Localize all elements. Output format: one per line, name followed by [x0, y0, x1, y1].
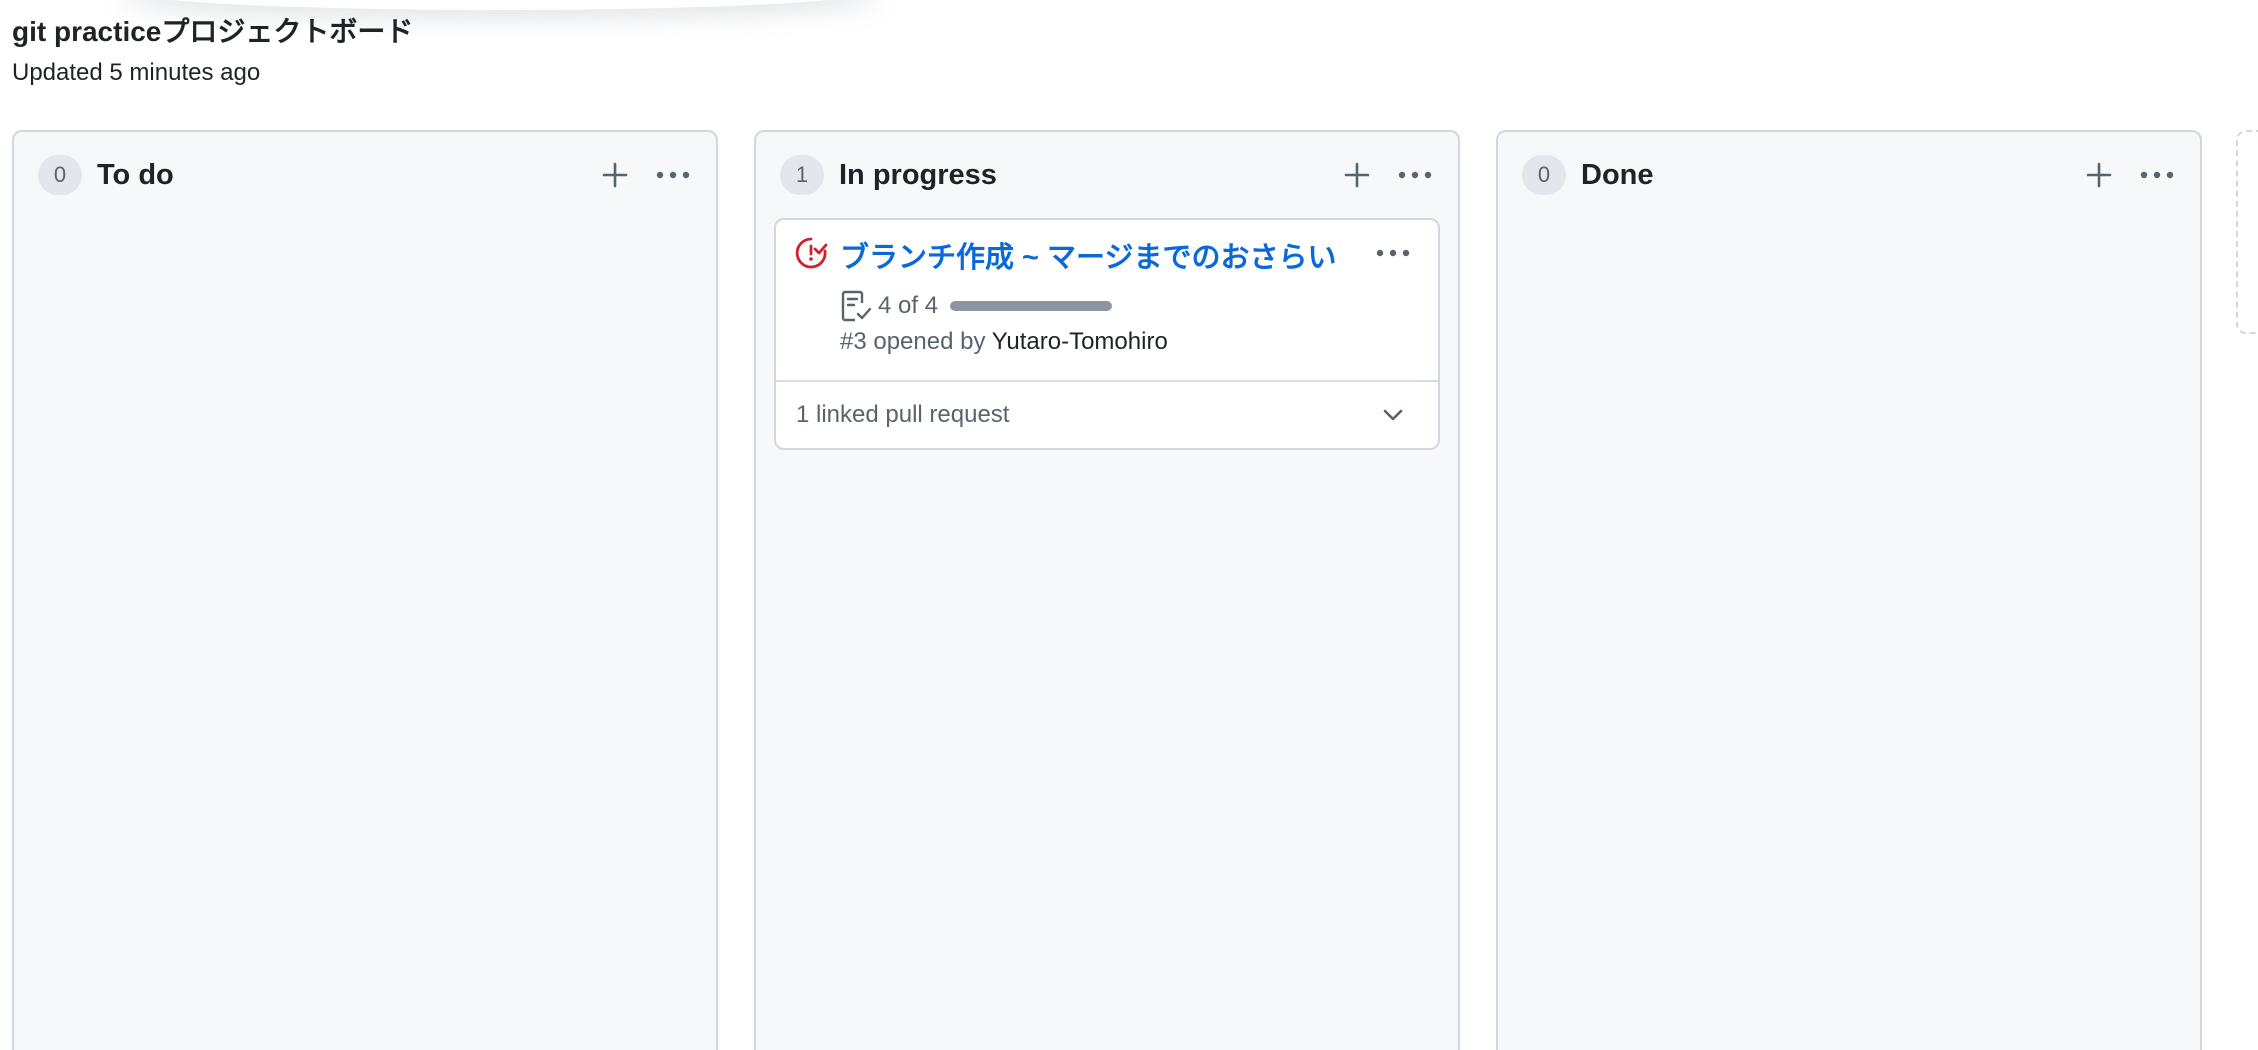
linked-pull-requests-toggle[interactable]: 1 linked pull request: [776, 382, 1438, 448]
issue-title-link[interactable]: ブランチ作成 ~ マージまでのおさらい: [840, 234, 1336, 276]
column-count-badge: 0: [38, 155, 82, 195]
kebab-horizontal-icon: [1397, 170, 1433, 180]
plus-icon: [2085, 161, 2113, 189]
column-menu-button[interactable]: [1392, 152, 1438, 198]
issue-opened-prefix: #3 opened by: [840, 328, 985, 355]
card-menu-button[interactable]: [1370, 230, 1416, 276]
task-progress-bar: [950, 301, 1112, 311]
column-menu-button[interactable]: [2134, 152, 2180, 198]
column-in-progress: 1 In progress ブランチ作成: [754, 130, 1460, 1050]
kebab-horizontal-icon: [1375, 248, 1411, 258]
column-title: To do: [97, 159, 580, 192]
add-card-button[interactable]: [592, 152, 638, 198]
column-todo: 0 To do: [12, 130, 718, 1050]
linked-pull-requests-text: 1 linked pull request: [796, 401, 1378, 429]
column-menu-button[interactable]: [650, 152, 696, 198]
kebab-horizontal-icon: [2139, 170, 2175, 180]
task-progress-row: 4 of 4: [840, 288, 1112, 324]
issue-closed-icon: [794, 236, 828, 270]
issue-card[interactable]: ブランチ作成 ~ マージまでのおさらい 4 of 4: [774, 218, 1440, 450]
issue-author-link[interactable]: Yutaro-Tomohiro: [992, 328, 1168, 355]
issue-opened-meta: #3 opened by Yutaro-Tomohiro: [840, 328, 1168, 356]
project-header: git practiceプロジェクトボード Updated 5 minutes …: [12, 12, 413, 90]
column-header: 1 In progress: [780, 152, 1438, 198]
issue-card-body: ブランチ作成 ~ マージまでのおさらい 4 of 4: [776, 220, 1438, 382]
task-progress-fill: [950, 301, 1112, 311]
kebab-horizontal-icon: [655, 170, 691, 180]
column-title: Done: [1581, 159, 2064, 192]
column-done: 0 Done: [1496, 130, 2202, 1050]
add-column-placeholder[interactable]: [2236, 130, 2258, 334]
overlay-shadow: [120, 0, 880, 10]
chevron-down-icon: [1378, 400, 1408, 430]
column-header: 0 To do: [38, 152, 696, 198]
project-board: 0 To do 1 In progress: [12, 130, 2258, 1028]
project-updated-time: Updated 5 minutes ago: [12, 56, 413, 90]
column-count-badge: 0: [1522, 155, 1566, 195]
plus-icon: [601, 161, 629, 189]
project-title: git practiceプロジェクトボード: [12, 12, 413, 52]
column-title: In progress: [839, 159, 1322, 192]
checklist-icon: [840, 289, 872, 323]
add-card-button[interactable]: [1334, 152, 1380, 198]
plus-icon: [1343, 161, 1371, 189]
column-count-badge: 1: [780, 155, 824, 195]
column-header: 0 Done: [1522, 152, 2180, 198]
task-count-text: 4 of 4: [878, 292, 938, 320]
add-card-button[interactable]: [2076, 152, 2122, 198]
